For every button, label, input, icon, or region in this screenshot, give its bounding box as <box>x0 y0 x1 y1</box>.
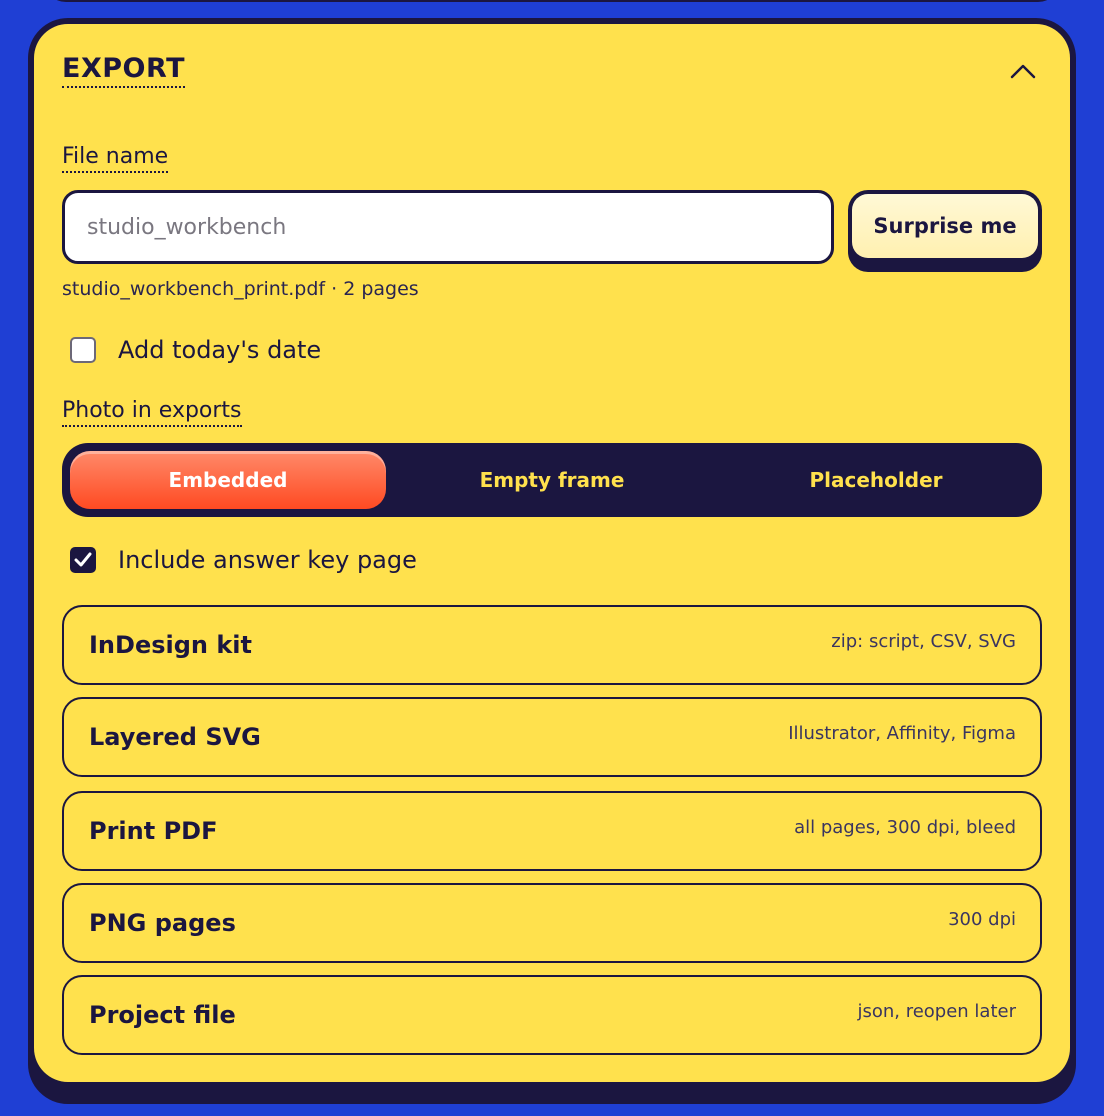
export-option-project-file[interactable]: Project file json, reopen later <box>62 975 1042 1055</box>
export-option-detail: Illustrator, Affinity, Figma <box>788 723 1016 744</box>
export-option-print-pdf[interactable]: Print PDF all pages, 300 dpi, bleed <box>62 791 1042 871</box>
export-option-name: Project file <box>89 1001 236 1029</box>
export-option-detail: zip: script, CSV, SVG <box>831 631 1016 652</box>
export-option-name: Layered SVG <box>89 723 261 751</box>
surprise-me-button[interactable]: Surprise me <box>848 190 1042 272</box>
export-option-layered-svg[interactable]: Layered SVG Illustrator, Affinity, Figma <box>62 697 1042 777</box>
previous-panel-edge <box>44 0 1060 2</box>
export-option-detail: json, reopen later <box>857 1001 1016 1022</box>
export-option-detail: 300 dpi <box>948 909 1016 930</box>
answer-key-checkbox-row[interactable]: Include answer key page <box>70 546 417 574</box>
export-option-name: InDesign kit <box>89 631 253 659</box>
photo-option-placeholder[interactable]: Placeholder <box>718 451 1034 509</box>
export-option-name: PNG pages <box>89 909 236 937</box>
photo-mode-segmented-control: Embedded Empty frame Placeholder <box>62 443 1042 517</box>
photo-option-embedded[interactable]: Embedded <box>70 451 386 509</box>
file-name-input[interactable] <box>62 190 834 264</box>
export-section-title: EXPORT <box>62 54 185 88</box>
chevron-up-icon <box>1010 64 1036 79</box>
photo-in-exports-label: Photo in exports <box>62 398 242 427</box>
export-panel: EXPORT File name Surprise me studio_work… <box>34 24 1070 1082</box>
file-name-label: File name <box>62 144 169 173</box>
export-option-indesign-kit[interactable]: InDesign kit zip: script, CSV, SVG <box>62 605 1042 685</box>
export-option-name: Print PDF <box>89 817 218 845</box>
export-option-detail: all pages, 300 dpi, bleed <box>794 817 1016 838</box>
collapse-button[interactable] <box>1006 54 1040 88</box>
answer-key-checkbox[interactable] <box>70 547 96 573</box>
add-date-label: Add today's date <box>118 336 322 364</box>
export-option-png-pages[interactable]: PNG pages 300 dpi <box>62 883 1042 963</box>
answer-key-label: Include answer key page <box>118 546 417 574</box>
add-date-checkbox[interactable] <box>70 337 96 363</box>
file-name-hint: studio_workbench_print.pdf · 2 pages <box>62 278 419 300</box>
add-date-checkbox-row[interactable]: Add today's date <box>70 336 321 364</box>
surprise-me-label: Surprise me <box>852 194 1038 258</box>
checkmark-icon <box>74 552 92 567</box>
photo-option-empty-frame[interactable]: Empty frame <box>394 451 710 509</box>
